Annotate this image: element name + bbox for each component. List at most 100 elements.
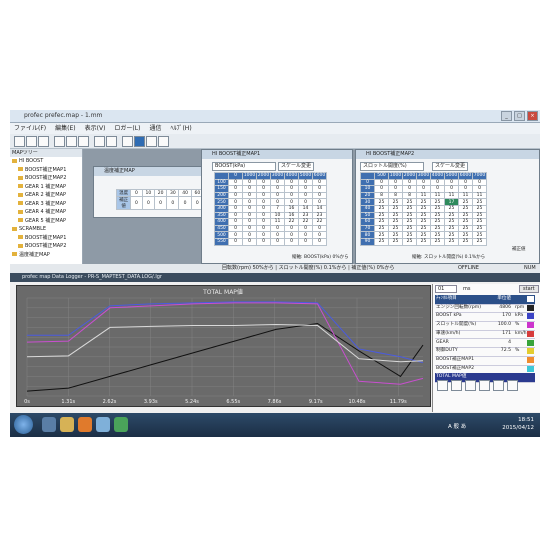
grid-cell[interactable]: 0 xyxy=(298,191,313,200)
tree-item[interactable]: HI BOOST xyxy=(10,157,82,166)
grid-cell[interactable]: 0 xyxy=(284,198,299,206)
grid-cell[interactable]: 0 xyxy=(472,185,487,193)
grid-cell[interactable]: 25 xyxy=(374,211,389,220)
maximize-button[interactable]: □ xyxy=(514,111,525,121)
boost-map1-window[interactable]: HI BOOST補正MAP1 BOOST(kPa) スケール変更 0 1000 20… xyxy=(201,149,353,264)
grid-cell[interactable]: 0 xyxy=(228,218,243,226)
grid-cell[interactable]: 25 xyxy=(430,224,445,233)
undo-icon[interactable] xyxy=(94,136,105,147)
start-button[interactable]: start xyxy=(519,285,539,293)
grid-cell[interactable]: 25 xyxy=(472,218,487,226)
grid-cell[interactable]: 25 xyxy=(402,211,417,220)
grid-cell[interactable]: 25 xyxy=(402,231,417,239)
grid-cell[interactable]: 25 xyxy=(374,218,389,226)
grid-cell[interactable]: 8 xyxy=(402,191,417,200)
play-icon[interactable] xyxy=(437,380,448,391)
grid-cell[interactable]: 0 xyxy=(298,231,313,239)
grid-cell[interactable]: 25 xyxy=(416,218,431,226)
grid-cell[interactable]: 25 xyxy=(430,198,445,206)
grid-cell[interactable]: 25 xyxy=(430,204,445,213)
channel-color-swatch[interactable] xyxy=(527,304,534,311)
grid-cell[interactable]: 25 xyxy=(444,237,459,246)
redo-icon[interactable] xyxy=(106,136,117,147)
grid-cell[interactable]: 0 xyxy=(284,224,299,233)
grid-cell[interactable]: 0 xyxy=(256,218,271,226)
grid-cell[interactable]: 0 xyxy=(228,224,243,233)
export-icon[interactable] xyxy=(479,380,490,391)
grid-cell[interactable]: 22 xyxy=(298,218,313,226)
grid-cell[interactable]: 0 xyxy=(228,198,243,206)
temp-cell[interactable]: 0 xyxy=(141,196,156,210)
grid-cell[interactable]: 25 xyxy=(374,237,389,246)
map1-axis-select[interactable]: BOOST(kPa) xyxy=(212,162,276,171)
grid-cell[interactable]: 0 xyxy=(388,178,403,187)
grid-cell[interactable]: 0 xyxy=(312,178,327,187)
grid-cell[interactable]: 0 xyxy=(402,185,417,193)
grid-cell[interactable]: 25 xyxy=(416,224,431,233)
grid-cell[interactable]: 0 xyxy=(284,185,299,193)
grid-cell[interactable]: 0 xyxy=(228,178,243,187)
grid-cell[interactable]: 0 xyxy=(242,237,257,246)
interval-select[interactable]: 01 xyxy=(435,285,457,293)
grid-cell[interactable]: 0 xyxy=(444,185,459,193)
grid-cell[interactable]: 0 xyxy=(402,178,417,187)
grid-cell[interactable]: 25 xyxy=(388,218,403,226)
grid-cell[interactable]: 0 xyxy=(312,191,327,200)
grid-cell[interactable]: 25 xyxy=(388,211,403,220)
grid-cell[interactable]: 25 xyxy=(458,211,473,220)
grid-cell[interactable]: 11 xyxy=(416,191,431,200)
grid-cell[interactable]: 25 xyxy=(388,237,403,246)
menu-view[interactable]: 表示(V) xyxy=(85,123,106,134)
grid-cell[interactable]: 25 xyxy=(402,224,417,233)
grid-cell[interactable]: 23 xyxy=(312,211,327,220)
grid-cell[interactable]: 0 xyxy=(270,178,285,187)
temp-cell[interactable]: 40 xyxy=(178,189,192,197)
grid-cell[interactable]: 16 xyxy=(284,204,299,213)
grid-cell[interactable]: 25 xyxy=(430,237,445,246)
grid-cell[interactable]: 11 xyxy=(472,191,487,200)
map2-axis-select[interactable]: スロットル開度(%) xyxy=(360,162,424,171)
grid-cell[interactable]: 0 xyxy=(270,237,285,246)
grid-cell[interactable]: 25 xyxy=(416,198,431,206)
grid-cell[interactable]: 7 xyxy=(270,204,285,213)
menu-comm[interactable]: 通信 xyxy=(149,123,161,134)
channel-color-swatch[interactable] xyxy=(527,330,534,337)
boost-map2-window[interactable]: HI BOOST補正MAP2 スロットル開度(%) スケール変更 500 1000… xyxy=(355,149,540,264)
tree-item[interactable]: SCRAMBLE xyxy=(10,225,82,234)
grid-cell[interactable]: 0 xyxy=(256,191,271,200)
grid-cell[interactable]: 0 xyxy=(312,198,327,206)
temp-map-grid[interactable]: 温度 0 10 20 30 40 60 補正値 0 0 0 0 0 0 xyxy=(115,189,205,210)
grid-cell[interactable]: 0 xyxy=(284,231,299,239)
grid-cell[interactable]: 0 xyxy=(430,178,445,187)
grid-cell[interactable]: 0 xyxy=(388,185,403,193)
grid-cell[interactable]: 0 xyxy=(242,204,257,213)
grid-cell[interactable]: 0 xyxy=(228,211,243,220)
new-file-icon[interactable] xyxy=(14,136,25,147)
explorer-icon[interactable] xyxy=(60,417,74,432)
grid-cell[interactable]: 0 xyxy=(472,178,487,187)
grid-cell[interactable]: 10 xyxy=(270,211,285,220)
grid-cell[interactable]: 0 xyxy=(228,231,243,239)
temp-cell[interactable]: 20 xyxy=(153,189,168,197)
tree-item[interactable]: GEAR 5 補正MAP xyxy=(10,217,82,226)
grid-cell[interactable]: 0 xyxy=(270,191,285,200)
grid-cell[interactable]: 0 xyxy=(256,198,271,206)
graph-icon[interactable] xyxy=(146,136,157,147)
grid-cell[interactable]: 25 xyxy=(374,224,389,233)
grid-cell[interactable]: 0 xyxy=(228,204,243,213)
grid-cell[interactable]: 25 xyxy=(444,218,459,226)
grid-cell[interactable]: 25 xyxy=(472,231,487,239)
map1-scale-button[interactable]: スケール変更 xyxy=(278,162,315,171)
grid-cell[interactable]: 25 xyxy=(374,231,389,239)
cut-icon[interactable] xyxy=(54,136,65,147)
grid-cell[interactable]: 0 xyxy=(444,178,459,187)
grid-cell[interactable]: 25 xyxy=(430,231,445,239)
grid-cell[interactable]: 0 xyxy=(242,185,257,193)
temp-cell[interactable]: 10 xyxy=(141,189,156,197)
channel-color-swatch[interactable] xyxy=(527,322,534,329)
channel-color-swatch[interactable] xyxy=(527,296,534,302)
grid-cell[interactable]: 8 xyxy=(374,191,389,200)
grid-cell[interactable]: 25 xyxy=(444,224,459,233)
grid-cell[interactable]: 0 xyxy=(228,185,243,193)
channel-color-swatch[interactable] xyxy=(527,374,534,381)
